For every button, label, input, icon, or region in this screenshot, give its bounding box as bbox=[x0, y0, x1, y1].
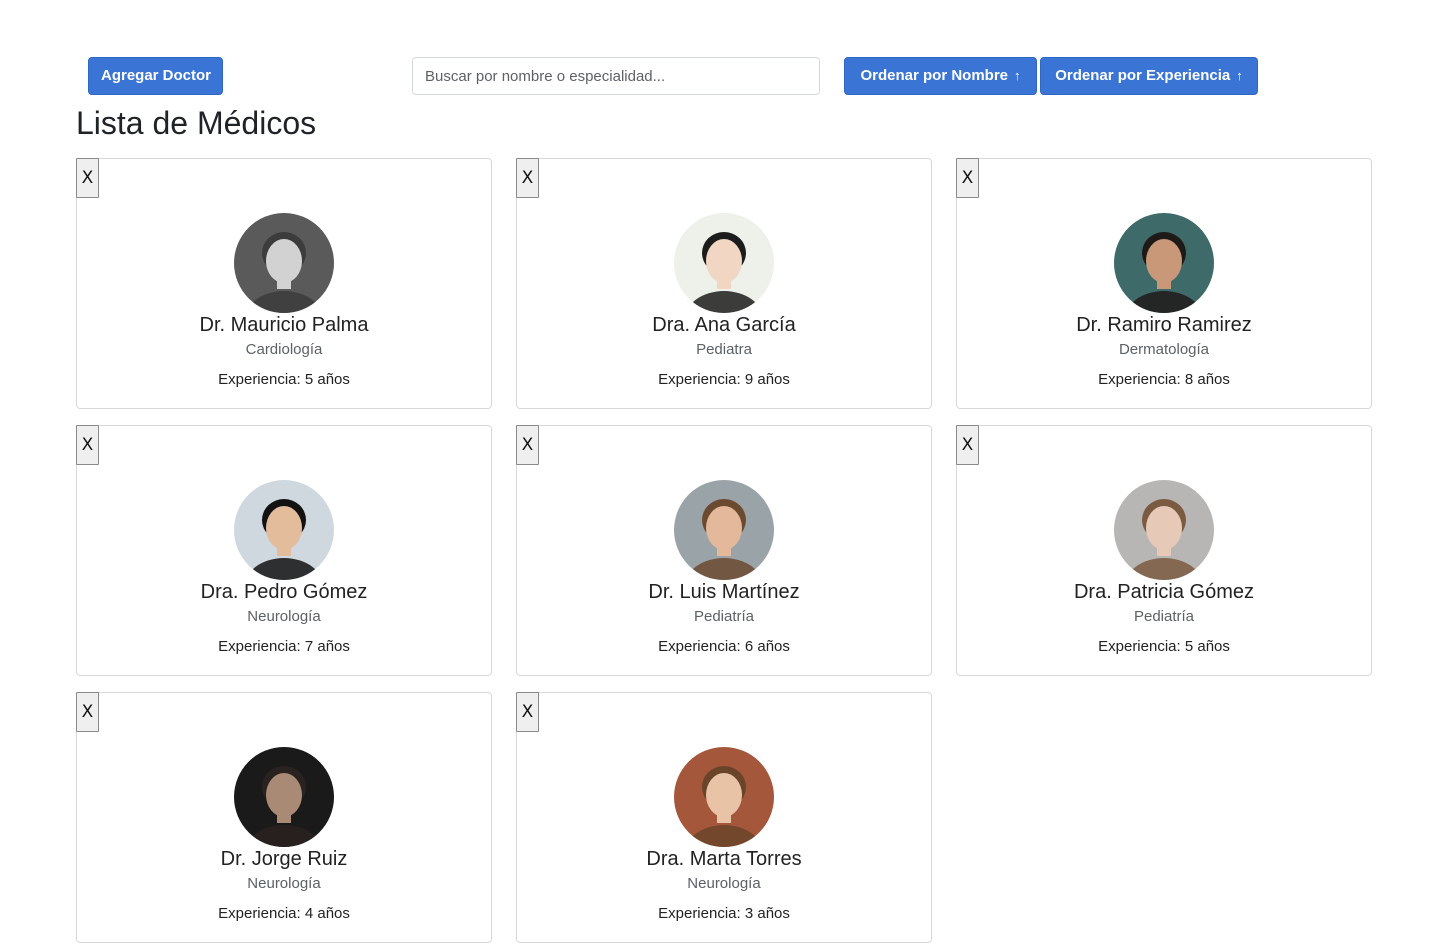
sort-by-experience-button[interactable]: Ordenar por Experiencia ↑ bbox=[1040, 57, 1258, 95]
doctor-name: Dra. Pedro Gómez bbox=[200, 581, 368, 603]
delete-doctor-button[interactable]: X bbox=[516, 158, 539, 198]
doctor-card: X Dra. Ana García Pediatra Experiencia: 9 a… bbox=[516, 158, 932, 409]
doctor-photo-woman-long-dark-hair bbox=[234, 480, 334, 580]
doctor-experience: Experiencia: 5 años bbox=[218, 371, 350, 388]
doctor-specialty: Cardiología bbox=[245, 341, 323, 358]
doctor-specialty: Pediatra bbox=[696, 341, 752, 358]
avatar bbox=[1114, 213, 1214, 313]
avatar bbox=[234, 747, 334, 847]
sort-by-experience-label: Ordenar por Experiencia bbox=[1055, 67, 1231, 84]
doctor-name: Dra. Patricia Gómez bbox=[1073, 581, 1255, 603]
doctor-experience: Experiencia: 9 años bbox=[658, 371, 790, 388]
avatar bbox=[674, 480, 774, 580]
doctor-card: X Dr. Ramiro Ramirez Dermatología Experienc… bbox=[956, 158, 1372, 409]
doctor-photo-woman-brick-wall bbox=[674, 747, 774, 847]
doctor-photo-man-beard-dark bbox=[234, 747, 334, 847]
toolbar: Agregar Doctor Ordenar por Nombre ↑ Orden… bbox=[0, 57, 1445, 95]
doctor-specialty: Dermatología bbox=[1118, 341, 1210, 358]
avatar bbox=[1114, 480, 1214, 580]
doctor-experience: Experiencia: 6 años bbox=[658, 638, 790, 655]
avatar bbox=[234, 480, 334, 580]
avatar bbox=[674, 747, 774, 847]
doctor-name: Dra. Ana García bbox=[652, 314, 796, 336]
doctor-experience: Experiencia: 4 años bbox=[218, 905, 350, 922]
doctor-photo-woman-curly-hair bbox=[1114, 480, 1214, 580]
doctor-photo-man-dark-hair bbox=[1114, 213, 1214, 313]
page-title: Lista de Médicos bbox=[76, 105, 317, 141]
search-input[interactable] bbox=[412, 57, 820, 95]
delete-doctor-button[interactable]: X bbox=[956, 158, 979, 198]
doctor-experience: Experiencia: 7 años bbox=[218, 638, 350, 655]
arrow-up-icon: ↑ bbox=[1236, 68, 1243, 83]
doctor-name: Dra. Marta Torres bbox=[646, 848, 802, 870]
doctor-card: X Dra. Patricia Gómez Pediatría Experiencia… bbox=[956, 425, 1372, 676]
doctor-card: X Dr. Jorge Ruiz Neurología Experiencia: 4 … bbox=[76, 692, 492, 943]
doctor-card: X Dra. Pedro Gómez Neurología Experiencia: … bbox=[76, 425, 492, 676]
arrow-up-icon: ↑ bbox=[1014, 68, 1021, 83]
doctor-name: Dr. Jorge Ruiz bbox=[220, 848, 348, 870]
sort-by-name-button[interactable]: Ordenar por Nombre ↑ bbox=[844, 57, 1037, 95]
doctor-photo-woman-short-hair bbox=[674, 213, 774, 313]
doctor-name: Dr. Mauricio Palma bbox=[199, 314, 369, 336]
doctor-photo-man-bald-glasses bbox=[234, 213, 334, 313]
doctor-card: X Dra. Marta Torres Neurología Experiencia:… bbox=[516, 692, 932, 943]
doctor-specialty: Neurología bbox=[247, 875, 321, 892]
add-doctor-button[interactable]: Agregar Doctor bbox=[88, 57, 223, 95]
doctor-card: X Dr. Luis Martínez Pediatría Experiencia: … bbox=[516, 425, 932, 676]
doctor-name: Dr. Luis Martínez bbox=[648, 581, 800, 603]
sort-by-name-label: Ordenar por Nombre bbox=[860, 67, 1009, 84]
delete-doctor-button[interactable]: X bbox=[76, 692, 99, 732]
doctor-specialty: Neurología bbox=[687, 875, 761, 892]
delete-doctor-button[interactable]: X bbox=[76, 158, 99, 198]
doctor-experience: Experiencia: 8 años bbox=[1098, 371, 1230, 388]
delete-doctor-button[interactable]: X bbox=[516, 692, 539, 732]
doctor-name: Dr. Ramiro Ramirez bbox=[1076, 314, 1252, 336]
doctor-specialty: Neurología bbox=[247, 608, 321, 625]
doctor-specialty: Pediatría bbox=[693, 608, 755, 625]
doctor-photo-man-glasses-red-shirt bbox=[674, 480, 774, 580]
doctor-card: X Dr. Mauricio Palma Cardiología Experienci… bbox=[76, 158, 492, 409]
delete-doctor-button[interactable]: X bbox=[76, 425, 99, 465]
avatar bbox=[674, 213, 774, 313]
doctor-experience: Experiencia: 5 años bbox=[1098, 638, 1230, 655]
doctor-experience: Experiencia: 3 años bbox=[658, 905, 790, 922]
delete-doctor-button[interactable]: X bbox=[516, 425, 539, 465]
doctor-specialty: Pediatría bbox=[1133, 608, 1195, 625]
delete-doctor-button[interactable]: X bbox=[956, 425, 979, 465]
avatar bbox=[234, 213, 334, 313]
